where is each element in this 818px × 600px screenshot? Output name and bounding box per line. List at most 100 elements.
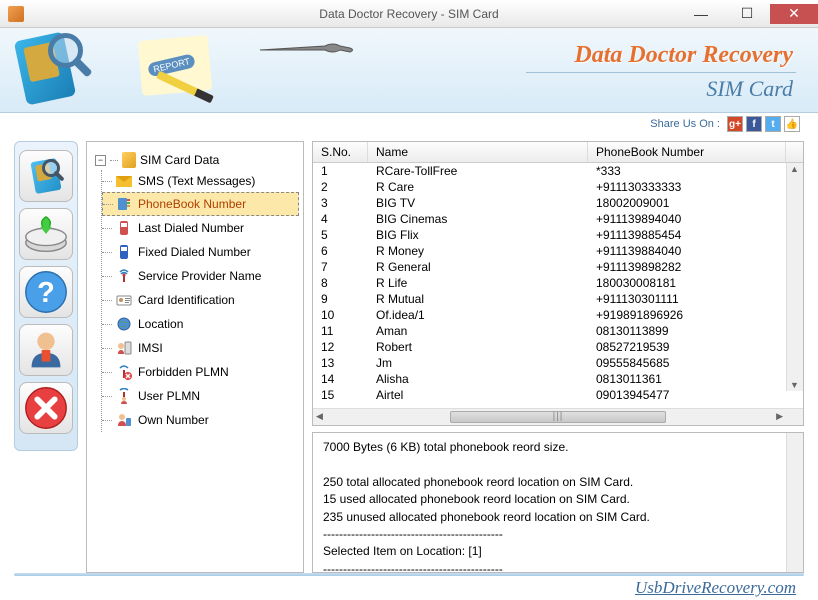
tree-item-phonebook[interactable]: PhoneBook Number <box>102 192 299 216</box>
table-row[interactable]: 5BIG Flix+911139885454 <box>313 227 803 243</box>
tree-item-lastdialed[interactable]: Last Dialed Number <box>102 216 299 240</box>
tree-item-serviceprovider[interactable]: Service Provider Name <box>102 264 299 288</box>
footer-divider <box>14 573 804 576</box>
tree-root[interactable]: − SIM Card Data <box>91 150 299 170</box>
table-row[interactable]: 14Alisha0813011361 <box>313 371 803 387</box>
tree-item-label: PhoneBook Number <box>138 197 246 211</box>
window-title: Data Doctor Recovery - SIM Card <box>319 7 498 21</box>
tree-item-ownnumber[interactable]: Own Number <box>102 408 299 432</box>
antenna-icon <box>116 268 132 284</box>
phonebook-icon <box>116 196 132 212</box>
table-row[interactable]: 11Aman08130113899 <box>313 323 803 339</box>
horizontal-scrollbar[interactable] <box>313 408 803 425</box>
tree-item-label: SMS (Text Messages) <box>138 174 255 188</box>
exit-button[interactable] <box>19 382 73 434</box>
vertical-scrollbar[interactable] <box>786 163 803 391</box>
column-name[interactable]: Name <box>368 142 588 162</box>
table-row[interactable]: 7R General+911139898282 <box>313 259 803 275</box>
table-row[interactable]: 3BIG TV18002009001 <box>313 195 803 211</box>
cell-sno: 4 <box>313 211 368 227</box>
cell-phonebook-number: +911139898282 <box>588 259 803 275</box>
table-row[interactable]: 6R Money+911139884040 <box>313 243 803 259</box>
column-sno[interactable]: S.No. <box>313 142 368 162</box>
cell-phonebook-number: +919891896926 <box>588 307 803 323</box>
header-banner: Data Doctor Recovery SIM Card <box>0 28 818 113</box>
table-row[interactable]: 4BIG Cinemas+911139894040 <box>313 211 803 227</box>
tree-item-userplmn[interactable]: User PLMN <box>102 384 299 408</box>
tree-item-sms[interactable]: SMS (Text Messages) <box>102 170 299 192</box>
twitter-icon[interactable]: t <box>765 116 781 132</box>
table-row[interactable]: 12Robert08527219539 <box>313 339 803 355</box>
cell-name: Aman <box>368 323 588 339</box>
info-panel: 7000 Bytes (6 KB) total phonebook reord … <box>312 432 804 573</box>
google-plus-icon[interactable]: g+ <box>727 116 743 132</box>
globe-icon <box>116 316 132 332</box>
table-row[interactable]: 1RCare-TollFree*333 <box>313 163 803 179</box>
cell-phonebook-number: +911130301111 <box>588 291 803 307</box>
column-phonebook-number[interactable]: PhoneBook Number <box>588 142 786 162</box>
cell-sno: 2 <box>313 179 368 195</box>
tree-item-label: User PLMN <box>138 389 200 403</box>
table-row[interactable]: 8R Life180030008181 <box>313 275 803 291</box>
collapse-icon[interactable]: − <box>95 155 106 166</box>
cell-sno: 11 <box>313 323 368 339</box>
minimize-button[interactable]: — <box>678 4 724 24</box>
info-used-allocated: 15 used allocated phonebook reord locati… <box>323 491 793 508</box>
cell-phonebook-number: 0813011361 <box>588 371 803 387</box>
tree-item-forbiddenplmn[interactable]: Forbidden PLMN <box>102 360 299 384</box>
banner-subtitle: SIM Card <box>706 76 793 102</box>
search-sim-button[interactable] <box>19 150 73 202</box>
table-row[interactable]: 10Of.idea/1+919891896926 <box>313 307 803 323</box>
footer-link[interactable]: UsbDriveRecovery.com <box>635 578 796 598</box>
table-header: S.No. Name PhoneBook Number <box>313 142 803 163</box>
close-icon <box>20 382 72 434</box>
cell-phonebook-number: 08130113899 <box>588 323 803 339</box>
close-button[interactable]: ✕ <box>770 4 818 24</box>
tree-item-label: Service Provider Name <box>138 269 261 283</box>
cell-name: R Care <box>368 179 588 195</box>
like-icon[interactable]: 👍 <box>784 116 800 132</box>
tree-item-location[interactable]: Location <box>102 312 299 336</box>
column-scroll-spacer <box>786 142 803 162</box>
magnifier-icon <box>42 159 60 177</box>
table-row[interactable]: 13Jm09555845685 <box>313 355 803 371</box>
sim-data-icon <box>122 152 136 168</box>
cell-sno: 9 <box>313 291 368 307</box>
cell-sno: 15 <box>313 387 368 403</box>
table-row[interactable]: 2R Care+911130333333 <box>313 179 803 195</box>
save-drive-button[interactable] <box>19 208 73 260</box>
cell-sno: 14 <box>313 371 368 387</box>
cell-name: Airtel <box>368 387 588 403</box>
app-icon <box>8 6 24 22</box>
tree-item-imsi[interactable]: IMSI <box>102 336 299 360</box>
cell-name: Of.idea/1 <box>368 307 588 323</box>
cell-sno: 13 <box>313 355 368 371</box>
cell-name: BIG Cinemas <box>368 211 588 227</box>
info-unused-allocated: 235 unused allocated phonebook reord loc… <box>323 509 793 526</box>
tree-item-cardid[interactable]: Card Identification <box>102 288 299 312</box>
tree-item-label: IMSI <box>138 341 163 355</box>
window-controls: — ☐ ✕ <box>678 4 818 24</box>
fixeddialed-icon <box>116 244 132 260</box>
help-button[interactable]: ? <box>19 266 73 318</box>
user-antenna-icon <box>116 388 132 404</box>
user-icon <box>20 324 72 376</box>
lastdialed-icon <box>116 220 132 236</box>
svg-text:?: ? <box>37 277 55 309</box>
user-button[interactable] <box>19 324 73 376</box>
tree-item-label: Fixed Dialed Number <box>138 245 251 259</box>
table-row[interactable]: 15Airtel09013945477 <box>313 387 803 403</box>
info-scrollbar[interactable] <box>786 433 803 572</box>
scroll-thumb[interactable] <box>450 411 666 423</box>
banner-divider <box>526 72 796 73</box>
maximize-button[interactable]: ☐ <box>724 4 770 24</box>
table-row[interactable]: 9R Mutual+911130301111 <box>313 291 803 307</box>
cell-name: Jm <box>368 355 588 371</box>
tree-item-label: Location <box>138 317 183 331</box>
cell-phonebook-number: 09013945477 <box>588 387 803 403</box>
cell-sno: 8 <box>313 275 368 291</box>
facebook-icon[interactable]: f <box>746 116 762 132</box>
cell-name: R Life <box>368 275 588 291</box>
cell-name: RCare-TollFree <box>368 163 588 179</box>
tree-item-fixeddialed[interactable]: Fixed Dialed Number <box>102 240 299 264</box>
